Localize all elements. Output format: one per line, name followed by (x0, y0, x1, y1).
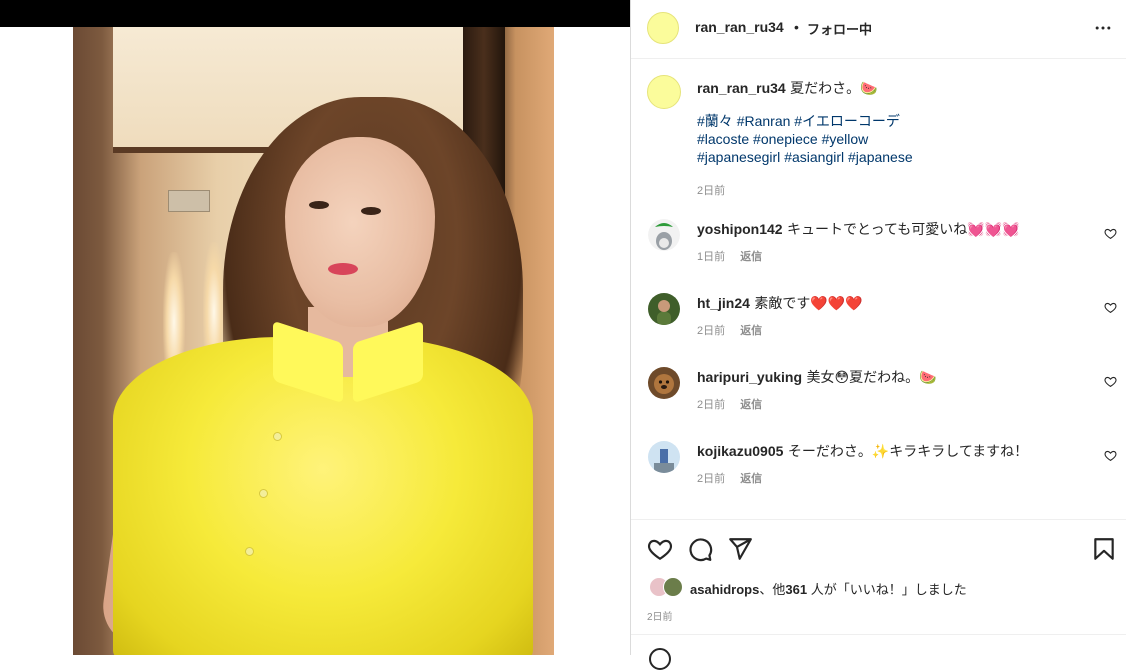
caption-timestamp[interactable]: 2日前 (697, 182, 725, 198)
photo-ceiling-vent (168, 190, 210, 212)
dog-avatar-icon (648, 367, 680, 399)
hashtag-line: #lacoste #onepiece #yellow (697, 130, 913, 148)
hashtag-link[interactable]: #onepiece (753, 131, 818, 147)
liker-avatars[interactable] (649, 577, 689, 597)
comment-timestamp[interactable]: 2日前 (697, 473, 725, 485)
commenter-avatar[interactable] (648, 293, 680, 325)
commenter-avatar[interactable] (648, 367, 680, 399)
comment-item: ht_jin24 素敵です❤️❤️❤️ 2日前 返信 (631, 293, 1126, 363)
photo-shirt-button (259, 489, 268, 498)
heart-outline-icon[interactable] (1104, 449, 1117, 462)
heart-outline-icon[interactable] (1104, 301, 1117, 314)
like-heart-icon[interactable] (647, 536, 673, 562)
comment-item: kojikazu0905 そーだわさ。✨キラキラしてますね！ 2日前 返信 (631, 441, 1126, 511)
commenter-username[interactable]: yoshipon142 (697, 221, 783, 237)
post-timestamp[interactable]: 2日前 (647, 608, 673, 623)
comment-meta: 2日前 返信 (697, 470, 774, 486)
photo-shirt-button (273, 432, 282, 441)
heart-outline-icon[interactable] (1104, 375, 1117, 388)
comment-timestamp[interactable]: 1日前 (697, 251, 725, 263)
tower-photo-avatar-icon (648, 441, 680, 473)
caption-text: 夏だわさ。🍉 (790, 80, 878, 96)
hashtag-link[interactable]: #蘭々 (697, 113, 733, 129)
reply-button[interactable]: 返信 (740, 325, 762, 337)
comment-timestamp[interactable]: 2日前 (697, 325, 725, 337)
reply-button[interactable]: 返信 (740, 473, 762, 485)
heart-outline-icon[interactable] (1104, 227, 1117, 240)
photo-eye (361, 207, 381, 215)
follow-status-button[interactable]: フォロー中 (807, 19, 872, 38)
commenter-username[interactable]: kojikazu0905 (697, 443, 783, 459)
commenter-avatar[interactable] (648, 219, 680, 251)
author-username[interactable]: ran_ran_ru34 (695, 19, 784, 35)
more-horizontal-icon[interactable] (1093, 18, 1113, 38)
comment-text: そーだわさ。✨キラキラしてますね！ (787, 443, 1029, 459)
totoro-avatar-icon (648, 219, 680, 251)
comment-meta: 2日前 返信 (697, 322, 774, 338)
caption-line: ran_ran_ru34 夏だわさ。🍉 (697, 78, 878, 98)
header-separator: • (794, 19, 799, 35)
reply-button[interactable]: 返信 (740, 251, 762, 263)
add-comment-row (631, 634, 1126, 670)
commenter-username[interactable]: haripuri_yuking (697, 369, 802, 385)
comment-body: haripuri_yuking 美女😳夏だわね。🍉 (697, 367, 1087, 387)
commenter-username[interactable]: ht_jin24 (697, 295, 750, 311)
caption-username[interactable]: ran_ran_ru34 (697, 80, 786, 96)
reply-button[interactable]: 返信 (740, 399, 762, 411)
comment-meta: 2日前 返信 (697, 396, 774, 412)
person-photo-avatar-icon (648, 293, 680, 325)
comment-body: yoshipon142 キュートでとっても可愛いね💓💓💓 (697, 219, 1087, 239)
liker-username[interactable]: asahidrops (690, 582, 759, 597)
photo-shirt-button (245, 547, 254, 556)
caption-author-avatar[interactable] (647, 75, 681, 109)
post-header: ran_ran_ru34 • フォロー中 (631, 0, 1126, 59)
hashtag-link[interactable]: #japanese (848, 149, 913, 165)
post-actions: asahidrops、他361 人が「いいね！」しました 2日前 (631, 519, 1126, 635)
comment-text: 素敵です❤️❤️❤️ (754, 295, 863, 311)
comment-item: haripuri_yuking 美女😳夏だわね。🍉 2日前 返信 (631, 367, 1126, 437)
media-top-bar (0, 0, 630, 27)
caption-hashtags: #蘭々 #Ranran #イエローコーデ #lacoste #onepiece … (697, 112, 913, 166)
likes-suffix: 人が「いいね！」しました (807, 582, 967, 597)
hashtag-link[interactable]: #イエローコーデ (794, 113, 900, 129)
comment-body: ht_jin24 素敵です❤️❤️❤️ (697, 293, 1087, 313)
comment-body: kojikazu0905 そーだわさ。✨キラキラしてますね！ (697, 441, 1087, 461)
comment-panel: ran_ran_ru34 • フォロー中 ran_ran_ru34 夏だわさ。🍉… (630, 0, 1126, 670)
author-avatar[interactable] (647, 12, 679, 44)
comment-meta: 1日前 返信 (697, 248, 774, 264)
photo-eye (309, 201, 329, 209)
hashtag-line: #japanesegirl #asiangirl #japanese (697, 148, 913, 166)
likes-count[interactable]: 361 (785, 582, 807, 597)
comment-text: 美女😳夏だわね。🍉 (806, 369, 937, 385)
hashtag-link[interactable]: #Ranran (737, 113, 791, 129)
share-send-icon[interactable] (727, 536, 753, 562)
likes-connector: 、他 (759, 582, 786, 597)
post-media (0, 0, 630, 655)
hashtag-link[interactable]: #lacoste (697, 131, 749, 147)
comment-timestamp[interactable]: 2日前 (697, 399, 725, 411)
liker-avatar (663, 577, 683, 597)
comment-bubble-icon[interactable] (687, 536, 713, 562)
post-photo[interactable] (73, 27, 554, 655)
emoji-picker-icon[interactable] (649, 648, 671, 670)
hashtag-link[interactable]: #asiangirl (784, 149, 844, 165)
comment-item: yoshipon142 キュートでとっても可愛いね💓💓💓 1日前 返信 (631, 219, 1126, 289)
bookmark-save-icon[interactable] (1091, 536, 1117, 562)
hashtag-line: #蘭々 #Ranran #イエローコーデ (697, 112, 913, 130)
comments-list[interactable]: ran_ran_ru34 夏だわさ。🍉 #蘭々 #Ranran #イエローコーデ… (631, 59, 1126, 519)
commenter-avatar[interactable] (648, 441, 680, 473)
comment-text: キュートでとっても可愛いね💓💓💓 (787, 221, 1020, 237)
hashtag-link[interactable]: #japanesegirl (697, 149, 780, 165)
hashtag-link[interactable]: #yellow (822, 131, 869, 147)
photo-lips (328, 263, 358, 275)
likes-summary: asahidrops、他361 人が「いいね！」しました (690, 579, 967, 598)
